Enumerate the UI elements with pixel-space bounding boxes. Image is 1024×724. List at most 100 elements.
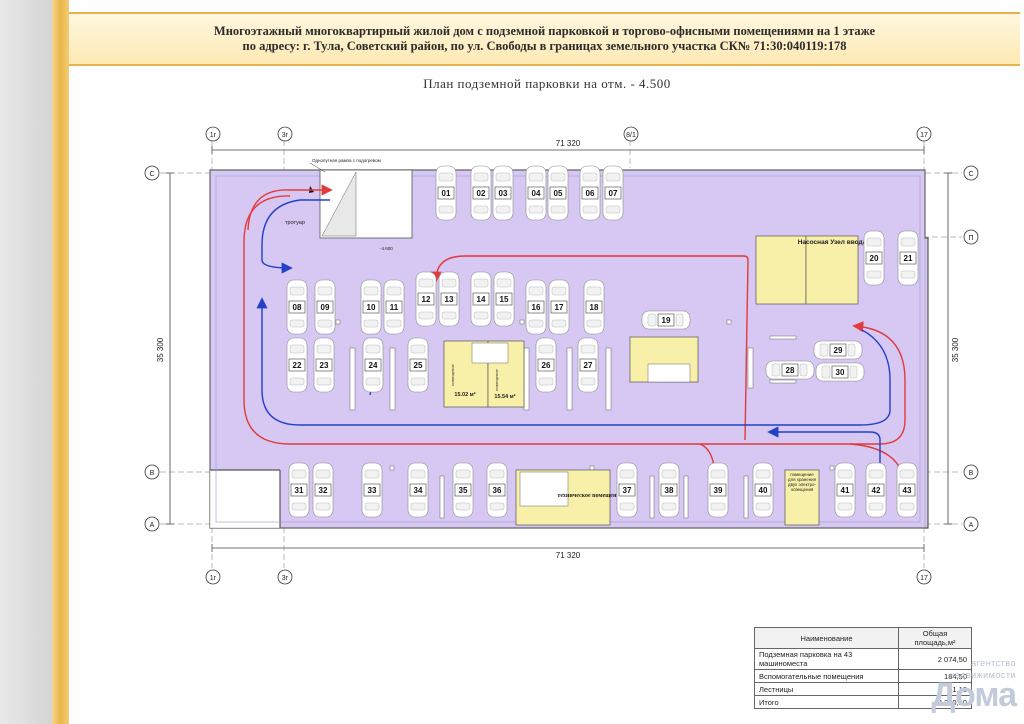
axis-marker-bottom: 3г: [277, 569, 293, 585]
space-number: 38: [665, 486, 674, 495]
parking-space: 09: [314, 279, 336, 335]
space-number: 39: [714, 486, 723, 495]
parking-space: 03: [492, 165, 514, 221]
agency-watermark: агентство недвижимости Дома: [912, 656, 1017, 716]
svg-text:С: С: [149, 171, 154, 178]
svg-text:3г: 3г: [282, 575, 289, 582]
space-number: 01: [442, 189, 451, 198]
axis-marker-top: 17: [916, 126, 932, 142]
space-number: 25: [414, 361, 423, 370]
space-number: 07: [609, 189, 618, 198]
parking-space: 18: [583, 279, 605, 335]
parking-space: 01: [435, 165, 457, 221]
space-number: 11: [390, 303, 399, 312]
svg-text:С: С: [968, 171, 973, 178]
parking-space: 23: [313, 337, 335, 393]
stair-core-top: [755, 235, 807, 305]
room-right-area: 15.54 м²: [494, 393, 515, 400]
space-number: 23: [320, 361, 329, 370]
axis-marker-bottom: 1г: [205, 569, 221, 585]
tech-room-label: техническое помещение: [557, 493, 622, 499]
space-number: 08: [293, 303, 302, 312]
space-number: 27: [584, 361, 593, 370]
room-left-area: 15.02 м²: [454, 391, 475, 398]
axis-marker-top: 3г: [277, 126, 293, 142]
storage-room-note: помещение для хранения двух электро-осве…: [788, 472, 816, 492]
svg-text:В: В: [150, 470, 155, 477]
floor-notch: [210, 470, 280, 528]
svg-text:1г: 1г: [210, 575, 217, 582]
space-number: 35: [459, 486, 468, 495]
parking-space: 37: [616, 462, 638, 518]
space-number: 42: [872, 486, 881, 495]
space-number: 41: [841, 486, 850, 495]
dimension-top: 71 320: [556, 139, 581, 148]
axis-marker-right: А: [963, 516, 979, 532]
space-number: 02: [477, 189, 486, 198]
space-number: 16: [532, 303, 541, 312]
parking-space: 28: [765, 360, 815, 380]
level-mark: -4.600: [380, 246, 393, 251]
parking-space: 05: [547, 165, 569, 221]
axis-marker-right: С: [963, 165, 979, 181]
space-number: 24: [369, 361, 378, 370]
svg-text:В: В: [969, 470, 974, 477]
space-number: 32: [319, 486, 328, 495]
axis-marker-top: 8/1: [623, 126, 639, 142]
parking-space: 41: [834, 462, 856, 518]
parking-space: 21: [897, 230, 919, 286]
svg-text:17: 17: [920, 575, 928, 582]
space-number: 22: [293, 361, 302, 370]
parking-space: 06: [579, 165, 601, 221]
space-number: 34: [414, 486, 423, 495]
axis-marker-bottom: 17: [916, 569, 932, 585]
parking-space: 13: [438, 271, 460, 327]
pump-room: [805, 235, 859, 305]
parking-space: 04: [525, 165, 547, 221]
axis-marker-left: С: [144, 165, 160, 181]
space-number: 13: [445, 295, 454, 304]
parking-space: 25: [407, 337, 429, 393]
axis-marker-right: В: [963, 464, 979, 480]
parking-space: 27: [577, 337, 599, 393]
parking-space: 38: [658, 462, 680, 518]
parking-space: 24: [362, 337, 384, 393]
space-number: 37: [623, 486, 632, 495]
parking-space: 02: [470, 165, 492, 221]
parking-space: 43: [896, 462, 918, 518]
space-number: 14: [477, 295, 486, 304]
space-number: 19: [662, 316, 671, 325]
space-number: 40: [759, 486, 768, 495]
svg-text:А: А: [150, 522, 155, 529]
space-number: 12: [422, 295, 431, 304]
space-number: 04: [532, 189, 541, 198]
axis-marker-left: А: [144, 516, 160, 532]
parking-space: 36: [486, 462, 508, 518]
dimension-left: 35 300: [156, 337, 165, 362]
parking-space: 10: [360, 279, 382, 335]
space-number: 31: [295, 486, 304, 495]
space-number: 10: [367, 303, 376, 312]
parking-space: 15: [493, 271, 515, 327]
room-right-label: помещение: [494, 369, 499, 391]
parking-space: 12: [415, 271, 437, 327]
legend-row-name: Подземная парковка на 43 машиноместа: [754, 648, 899, 670]
svg-text:П: П: [968, 235, 973, 242]
space-number: 30: [836, 368, 845, 377]
legend-header-area: Общая площадь,м²: [898, 627, 972, 649]
space-number: 06: [586, 189, 595, 198]
space-number: 26: [542, 361, 551, 370]
room-left-label: помещение: [450, 364, 455, 386]
legend-row-name: Лестницы: [754, 682, 899, 696]
parking-floor-plan: Насосная Узел ввода 15.02 м² 15.54 м² по…: [144, 126, 979, 585]
parking-space: 22: [286, 337, 308, 393]
parking-space: 30: [815, 362, 865, 382]
parking-space: 17: [548, 279, 570, 335]
svg-text:1г: 1г: [210, 132, 217, 139]
space-number: 36: [493, 486, 502, 495]
pump-room-label: Насосная Узел ввода: [798, 239, 867, 246]
space-number: 21: [904, 254, 913, 263]
parking-space: 08: [286, 279, 308, 335]
parking-space: 33: [361, 462, 383, 518]
watermark-line-1: агентство: [971, 658, 1016, 668]
